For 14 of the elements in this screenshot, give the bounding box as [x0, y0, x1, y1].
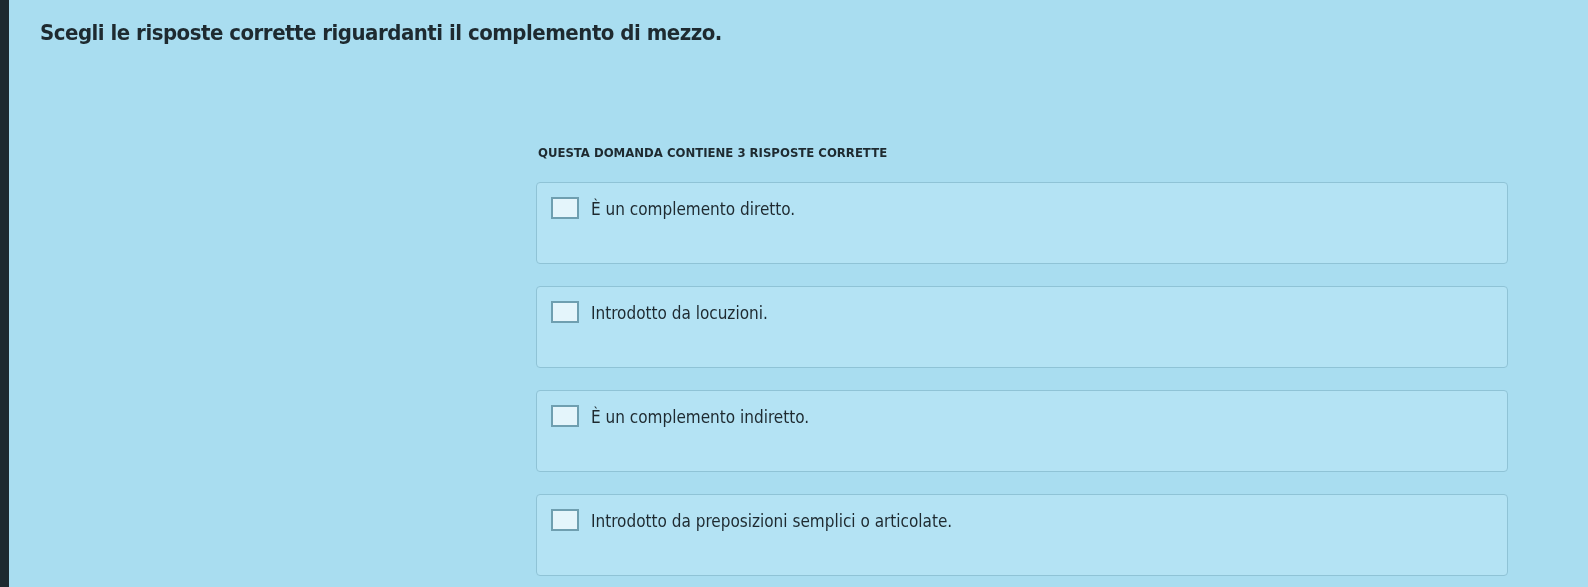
- answer-label: È un complemento indiretto.: [591, 405, 810, 427]
- answer-option[interactable]: È un complemento diretto.: [536, 182, 1508, 264]
- answer-label: Introdotto da locuzioni.: [591, 302, 768, 323]
- answer-option[interactable]: Introdotto da preposizioni semplici o articolate.: [536, 494, 1508, 576]
- question-title: Scegli le risposte corrette riguardanti il complemento di mezzo.: [40, 20, 723, 45]
- checkbox[interactable]: [551, 301, 579, 323]
- answer-label: Introdotto da preposizioni semplici o articolate.: [591, 510, 953, 531]
- answer-option[interactable]: È un complemento indiretto.: [536, 390, 1508, 472]
- instruction-text: QUESTA DOMANDA CONTIENE 3 RISPOSTE CORRETTE: [538, 145, 889, 160]
- checkbox[interactable]: [551, 197, 579, 219]
- checkbox[interactable]: [551, 509, 579, 531]
- answer-label: È un complemento diretto.: [591, 197, 796, 219]
- answer-option[interactable]: Introdotto da locuzioni.: [536, 286, 1508, 368]
- checkbox[interactable]: [551, 405, 579, 427]
